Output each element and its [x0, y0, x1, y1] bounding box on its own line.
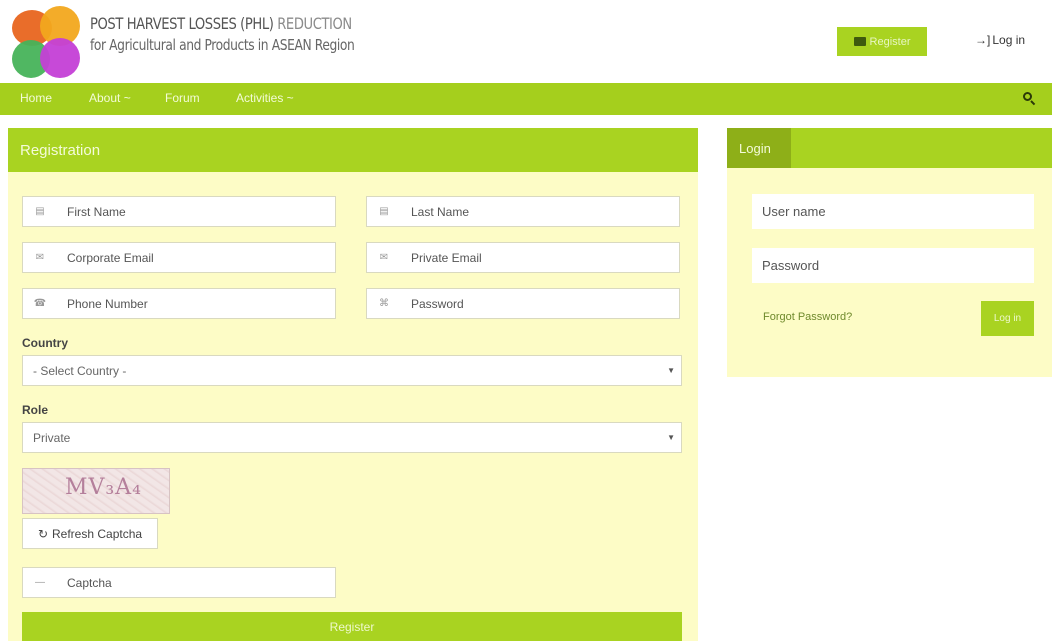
captcha-field[interactable]: — Captcha — [22, 567, 336, 598]
register-submit-button[interactable]: Register — [22, 612, 682, 641]
corporate-email-field[interactable]: ✉ Corporate Email — [22, 242, 336, 273]
login-panel: Login User name Password Forgot Password… — [727, 128, 1052, 377]
main-nav: Home About ~ Forum Activities ~ — [0, 83, 1052, 115]
captcha-image: MV₃A₄ — [22, 468, 170, 514]
username-field[interactable]: User name — [752, 194, 1034, 229]
role-label: Role — [22, 403, 49, 417]
site-title-thin: REDUCTION — [277, 14, 352, 33]
role-select[interactable]: Private ▼ — [22, 422, 682, 453]
nav-item-forum[interactable]: Forum — [165, 91, 200, 105]
nav-item-home[interactable]: Home — [20, 91, 52, 105]
dropdown-arrow-icon: ▼ — [667, 433, 675, 442]
registration-panel: Registration ▤ First Name ▤ Last Name ✉ … — [8, 128, 698, 641]
id-card-icon: ▤ — [35, 206, 45, 217]
site-header: POST HARVEST LOSSES (PHL) REDUCTION for … — [0, 0, 1052, 83]
header-login-label: Log in — [992, 33, 1026, 47]
captcha-field-icon: — — [35, 577, 45, 588]
registration-heading: Registration — [8, 128, 698, 172]
country-label: Country — [22, 336, 68, 350]
key-icon: ⌘ — [379, 298, 389, 309]
first-name-placeholder: First Name — [67, 205, 126, 219]
phone-icon: ☎ — [33, 298, 47, 309]
captcha-placeholder: Captcha — [67, 576, 112, 590]
forgot-password-link[interactable]: Forgot Password? — [763, 311, 852, 323]
site-title: POST HARVEST LOSSES (PHL) REDUCTION for … — [90, 14, 412, 54]
password-field[interactable]: ⌘ Password — [366, 288, 680, 319]
role-selected-value: Private — [33, 431, 71, 445]
search-handle — [1030, 100, 1036, 106]
register-submit-label: Register — [329, 619, 375, 634]
site-title-bold: POST HARVEST LOSSES (PHL) — [90, 14, 274, 33]
first-name-field[interactable]: ▤ First Name — [22, 196, 336, 227]
login-tab[interactable]: Login — [727, 128, 791, 168]
id-card-icon — [853, 37, 866, 46]
site-logo[interactable] — [10, 6, 80, 80]
login-password-placeholder: Password — [762, 258, 820, 273]
search-icon[interactable] — [1022, 91, 1036, 106]
id-card-icon: ▤ — [379, 206, 389, 217]
phone-number-field[interactable]: ☎ Phone Number — [22, 288, 336, 319]
login-submit-button[interactable]: Log in — [981, 301, 1034, 336]
refresh-captcha-label: Refresh Captcha — [52, 526, 143, 541]
private-email-field[interactable]: ✉ Private Email — [366, 242, 680, 273]
nav-item-about[interactable]: About ~ — [89, 91, 131, 105]
country-selected-value: - Select Country - — [33, 364, 127, 378]
last-name-placeholder: Last Name — [411, 205, 470, 219]
username-placeholder: User name — [762, 204, 826, 219]
login-password-field[interactable]: Password — [752, 248, 1034, 283]
country-select[interactable]: - Select Country - ▼ — [22, 355, 682, 386]
header-login-link[interactable]: →] Log in — [975, 33, 1025, 47]
envelope-icon: ✉ — [379, 252, 389, 263]
private-email-placeholder: Private Email — [411, 251, 482, 265]
envelope-icon: ✉ — [35, 252, 45, 263]
corporate-email-placeholder: Corporate Email — [67, 251, 154, 265]
site-subtitle: for Agricultural and Products in ASEAN R… — [90, 36, 355, 54]
header-register-label: Register — [869, 35, 911, 48]
last-name-field[interactable]: ▤ Last Name — [366, 196, 680, 227]
site-title-line1: POST HARVEST LOSSES (PHL) REDUCTION — [90, 14, 354, 33]
login-submit-label: Log in — [993, 313, 1022, 324]
logo-purple-blob — [40, 38, 80, 78]
login-header-bar: Login — [727, 128, 1052, 168]
header-register-button[interactable]: Register — [837, 27, 927, 56]
password-placeholder: Password — [411, 297, 464, 311]
nav-item-activities[interactable]: Activities ~ — [236, 91, 294, 105]
sign-in-icon: →] — [975, 33, 991, 47]
phone-number-placeholder: Phone Number — [67, 297, 148, 311]
refresh-captcha-button[interactable]: ↻ Refresh Captcha — [22, 518, 158, 549]
captcha-text: MV₃A₄ — [65, 475, 142, 500]
dropdown-arrow-icon: ▼ — [667, 366, 675, 375]
refresh-icon: ↻ — [37, 526, 48, 541]
